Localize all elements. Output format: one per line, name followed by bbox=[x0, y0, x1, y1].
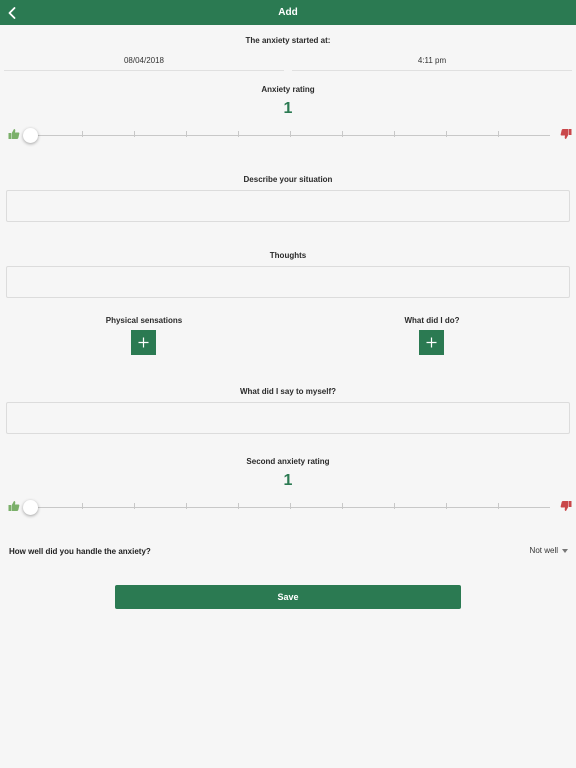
slider-tick bbox=[186, 503, 187, 509]
caret-down-icon bbox=[562, 548, 568, 553]
thumbs-up-icon bbox=[8, 501, 20, 511]
handling-row: How well did you handle the anxiety? Not… bbox=[0, 544, 576, 560]
slider-tick bbox=[498, 131, 499, 137]
handling-selected-value: Not well bbox=[529, 546, 558, 555]
app-header: Add bbox=[0, 0, 576, 25]
anxiety-rating-label: Anxiety rating bbox=[261, 85, 315, 94]
date-value: 08/04/2018 bbox=[123, 55, 165, 65]
self-talk-label: What did I say to myself? bbox=[239, 387, 336, 396]
plus-icon bbox=[138, 337, 149, 348]
save-button-label: Save bbox=[277, 592, 299, 602]
started-datetime-row: 08/04/2018 4:11 pm bbox=[4, 50, 572, 71]
chevron-left-icon bbox=[8, 6, 16, 19]
thumbs-down-icon bbox=[560, 501, 572, 511]
anxiety-rating-slider[interactable] bbox=[0, 125, 576, 145]
anxiety-rating-value: 1 bbox=[283, 100, 293, 117]
plus-icon bbox=[426, 337, 437, 348]
handling-select[interactable]: Not well bbox=[530, 546, 568, 555]
slider-tick bbox=[394, 131, 395, 137]
date-picker[interactable]: 08/04/2018 bbox=[4, 50, 284, 71]
time-picker[interactable]: 4:11 pm bbox=[292, 50, 572, 71]
slider-tick bbox=[498, 503, 499, 509]
slider-tick bbox=[134, 131, 135, 137]
slider-tick bbox=[238, 131, 239, 137]
self-talk-input[interactable] bbox=[6, 402, 570, 434]
thumbs-down-icon bbox=[560, 129, 572, 139]
page-title: Add bbox=[278, 7, 298, 18]
handling-question: How well did you handle the anxiety? bbox=[9, 547, 151, 556]
save-button[interactable]: Save bbox=[115, 585, 461, 609]
slider-tick bbox=[394, 503, 395, 509]
back-button[interactable] bbox=[4, 4, 20, 21]
started-label: The anxiety started at: bbox=[245, 36, 331, 45]
situation-input[interactable] bbox=[6, 190, 570, 222]
slider-tick bbox=[290, 131, 291, 137]
slider-tick bbox=[238, 503, 239, 509]
slider-tick bbox=[186, 131, 187, 137]
thoughts-input[interactable] bbox=[6, 266, 570, 298]
thumbs-up-icon bbox=[8, 129, 20, 139]
second-rating-label: Second anxiety rating bbox=[246, 457, 330, 466]
slider-tick bbox=[82, 503, 83, 509]
second-rating-slider[interactable] bbox=[0, 497, 576, 517]
second-rating-value: 1 bbox=[283, 472, 293, 489]
slider-tick bbox=[342, 131, 343, 137]
slider-tick bbox=[134, 503, 135, 509]
time-value: 4:11 pm bbox=[417, 55, 447, 65]
physical-sensations-label: Physical sensations bbox=[105, 316, 183, 325]
what-did-i-do-label: What did I do? bbox=[404, 316, 460, 325]
add-physical-sensation-button[interactable] bbox=[131, 330, 156, 355]
slider-tick bbox=[82, 131, 83, 137]
slider-tick bbox=[342, 503, 343, 509]
slider-tick bbox=[446, 503, 447, 509]
slider-tick bbox=[446, 131, 447, 137]
add-action-button[interactable] bbox=[419, 330, 444, 355]
situation-label: Describe your situation bbox=[243, 175, 333, 184]
slider-tick bbox=[290, 503, 291, 509]
slider-knob[interactable] bbox=[23, 128, 38, 143]
thoughts-label: Thoughts bbox=[269, 251, 307, 260]
slider-knob[interactable] bbox=[23, 500, 38, 515]
